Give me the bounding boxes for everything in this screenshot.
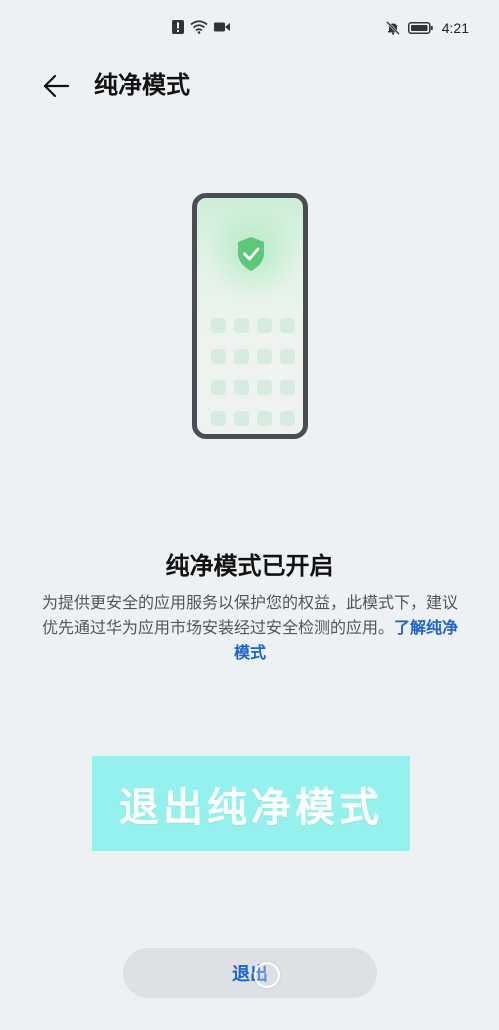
app-tile [280,349,295,364]
status-right-icons: 4:21 [385,20,469,36]
app-tile [257,411,272,426]
app-tile [257,318,272,333]
mode-description: 为提供更安全的应用服务以保护您的权益，此模式下，建议优先通过华为应用市场安装经过… [40,590,460,665]
app-tile [234,318,249,333]
app-tile [211,318,226,333]
app-tile [211,380,226,395]
app-tile [234,380,249,395]
battery-icon [407,21,434,35]
shield-check-icon [236,236,266,276]
back-button[interactable] [36,66,76,106]
banner-label: 退出纯净模式 [119,784,383,831]
app-tile [211,349,226,364]
app-tile [234,349,249,364]
page-title: 纯净模式 [94,71,190,99]
status-bar: 4:21 [0,0,499,58]
status-time: 4:21 [441,20,469,36]
app-tile [280,411,295,426]
app-tile [211,411,226,426]
app-grid [211,318,295,426]
app-tile [257,349,272,364]
app-tile [280,318,295,333]
exit-pure-mode-banner[interactable]: 退出纯净模式 [92,756,410,851]
wifi-icon [190,20,208,34]
video-icon [214,21,230,33]
app-tile [257,380,272,395]
app-tile [234,411,249,426]
mute-icon [385,21,400,35]
exit-button[interactable]: 退出 [123,948,377,998]
mode-enabled-headline: 纯净模式已开启 [165,552,334,580]
alert-icon [172,20,184,34]
status-center-icons [172,20,230,34]
phone-illustration [192,193,308,439]
app-tile [280,380,295,395]
back-arrow-icon [42,74,70,98]
header: 纯净模式 [0,60,499,110]
touch-indicator [254,962,280,988]
